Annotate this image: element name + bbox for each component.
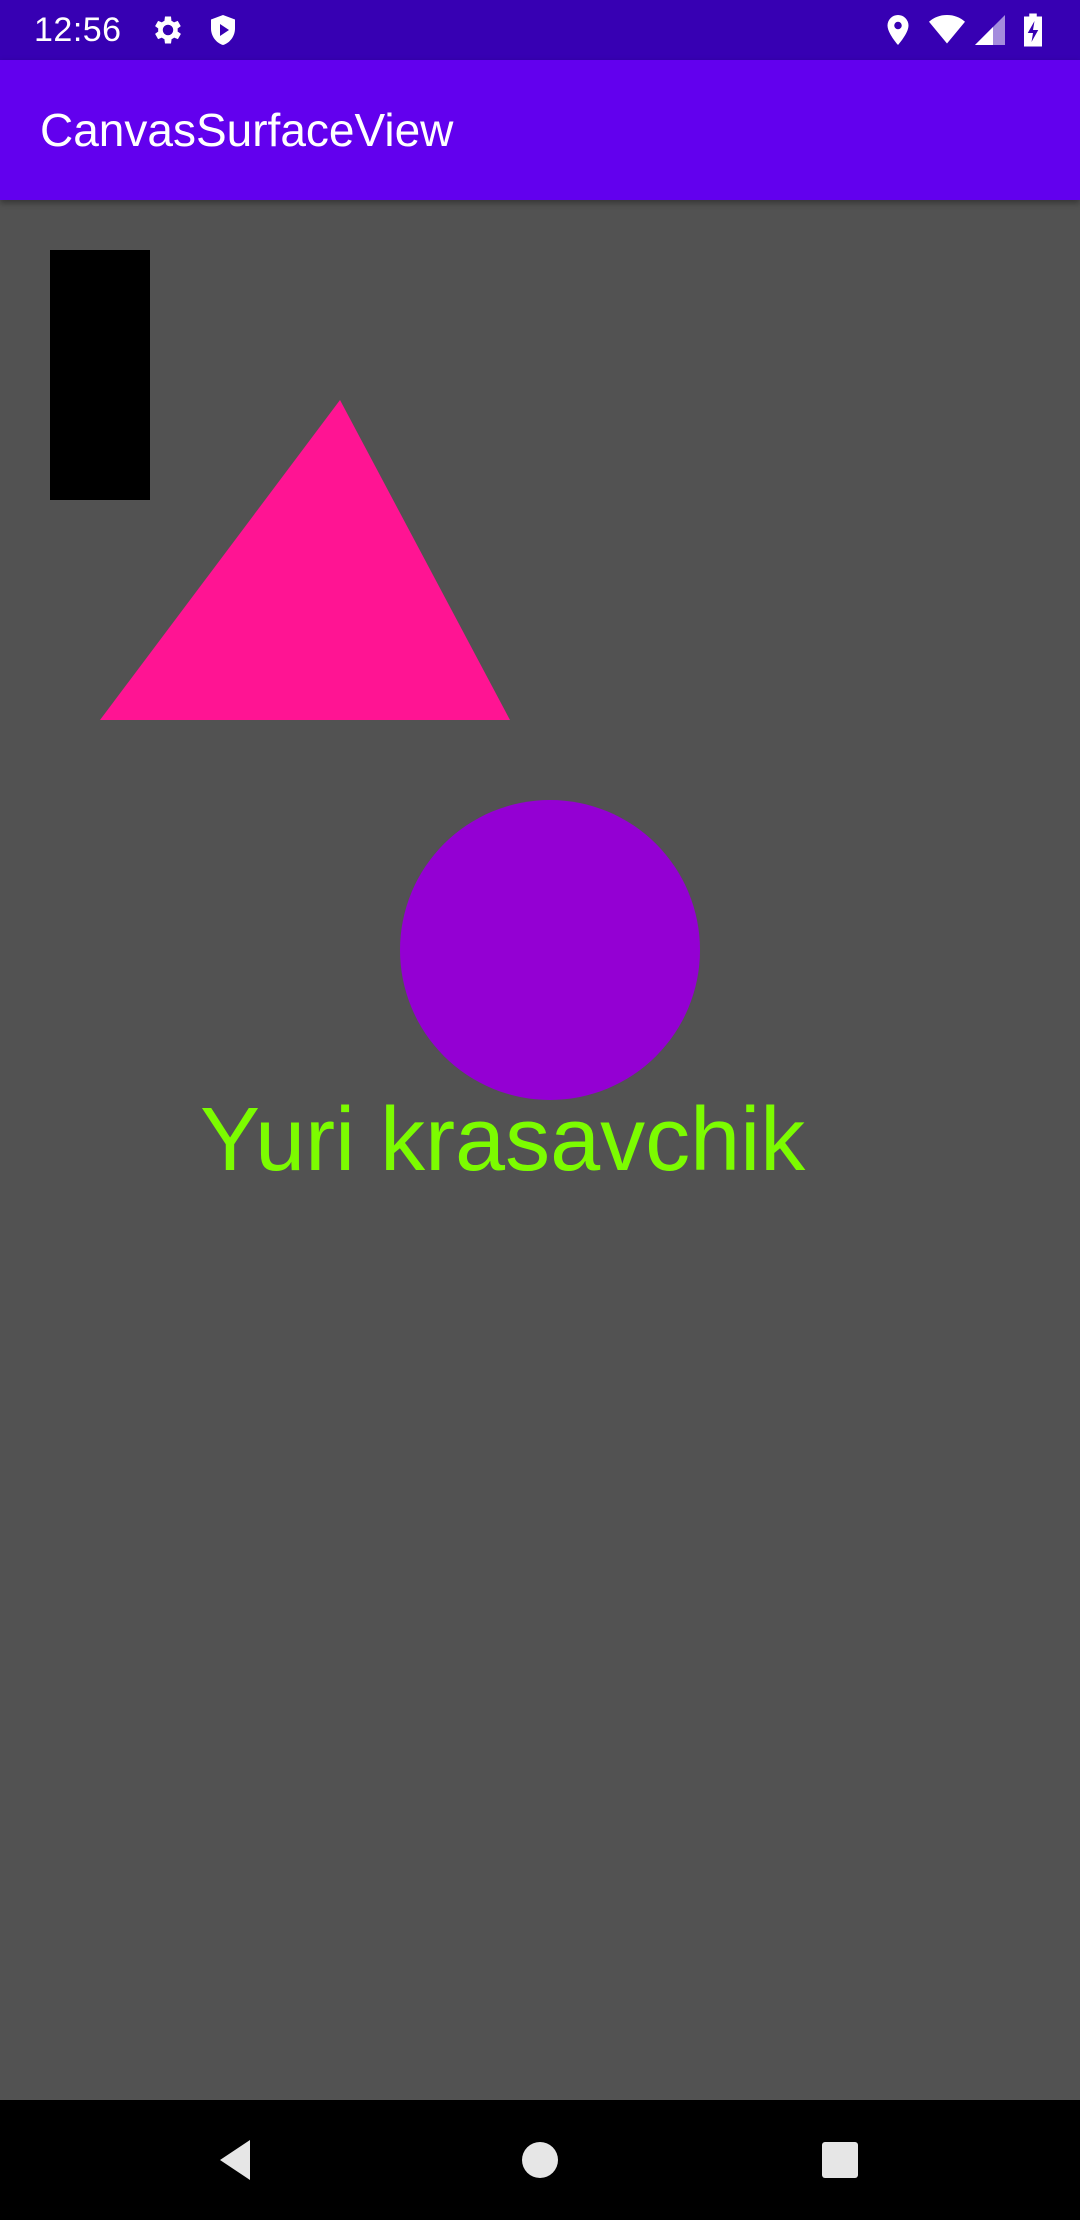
navigation-bar: [0, 2100, 1080, 2220]
back-icon[interactable]: [210, 2130, 270, 2190]
location-icon: [887, 15, 909, 45]
app-title: CanvasSurfaceView: [40, 104, 454, 156]
purple-circle: [400, 800, 700, 1100]
signal-icon: [975, 15, 1005, 45]
battery-charging-icon: [1024, 13, 1042, 47]
black-rectangle: [50, 250, 150, 500]
canvas-text: Yuri krasavchik: [200, 1090, 806, 1190]
gear-icon: [155, 16, 181, 44]
status-bar: 12:56: [0, 0, 1080, 60]
status-time: 12:56: [34, 11, 122, 49]
pink-triangle: [100, 400, 510, 720]
wifi-icon: [929, 14, 965, 44]
app-bar: CanvasSurfaceView: [0, 60, 1080, 200]
home-icon[interactable]: [510, 2130, 570, 2190]
recents-icon[interactable]: [810, 2130, 870, 2190]
shield-play-icon: [211, 15, 235, 45]
drawing-canvas[interactable]: Yuri krasavchik: [0, 200, 1080, 2100]
